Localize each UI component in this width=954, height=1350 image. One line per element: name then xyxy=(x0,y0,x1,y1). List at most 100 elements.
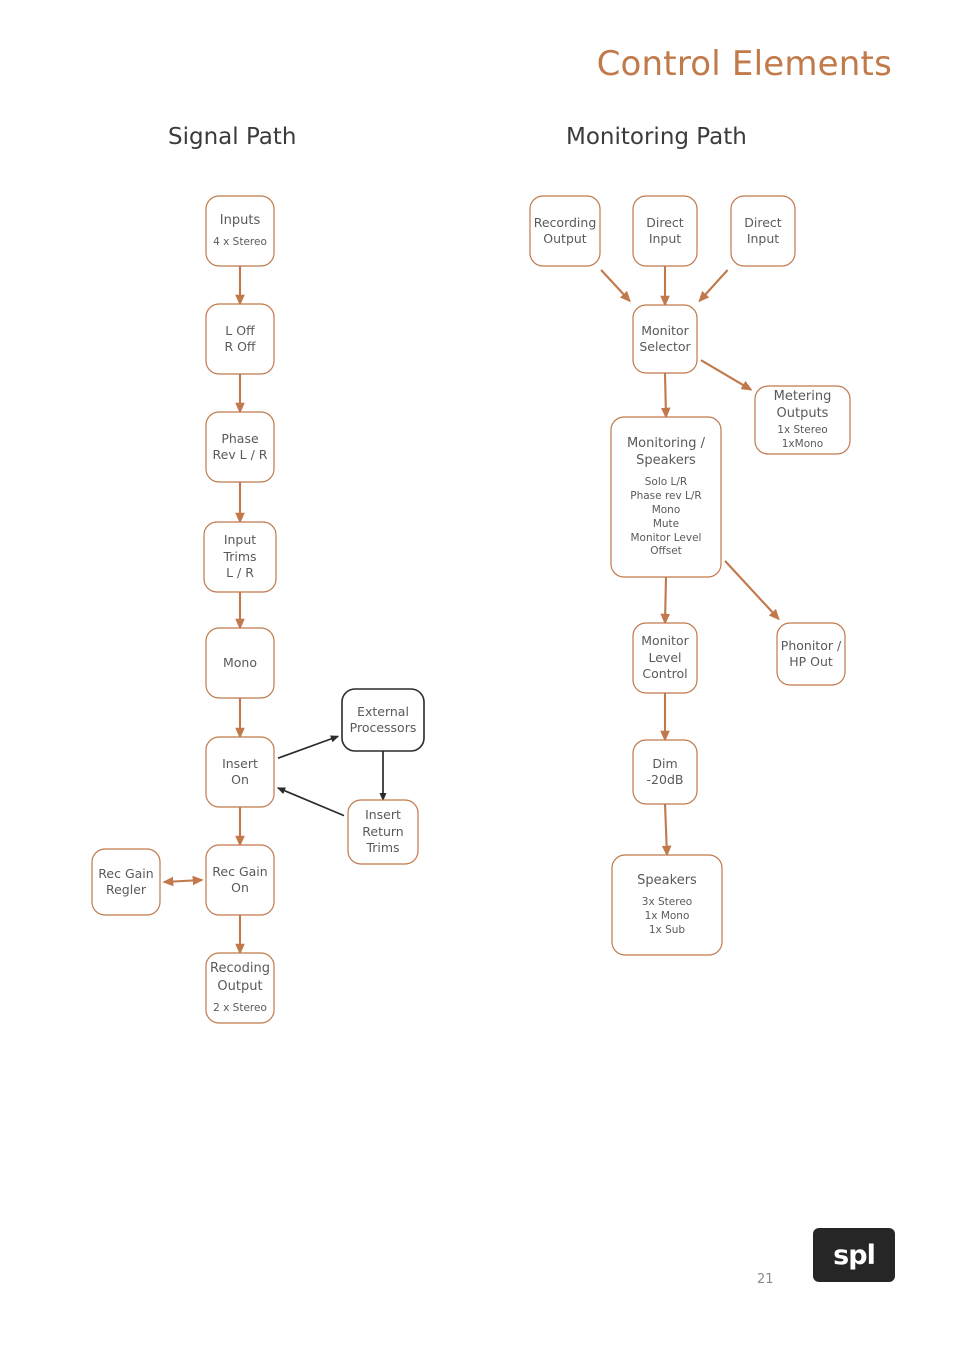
node-main-text: Monitor Level Control xyxy=(641,633,689,682)
flow-connection-dim-to-speakers xyxy=(661,803,672,857)
node-main-text: Monitoring / Speakers xyxy=(626,435,706,468)
flow-node-recording-output: Recording Output xyxy=(529,195,601,267)
node-main-text: Direct Input xyxy=(646,214,684,247)
flow-node-mono: Mono xyxy=(205,627,275,699)
spl-logo: spl xyxy=(813,1228,895,1282)
flow-node-inputs: Inputs 4 x Stereo xyxy=(205,195,275,267)
node-label-insert-return-trims: Insert Return Trims xyxy=(348,800,418,864)
flow-node-recoding-output: Recoding Output 2 x Stereo xyxy=(205,952,275,1024)
flow-node-rec-gain-on: Rec Gain On xyxy=(205,844,275,916)
node-main-text: Input Trims L / R xyxy=(223,532,257,581)
node-label-wrap: Inputs 4 x Stereo xyxy=(206,196,274,266)
node-label-wrap: Speakers 3x Stereo 1x Mono 1x Sub xyxy=(612,855,722,955)
flow-connection-monitoring-speakers-to-phonitor-hp-out xyxy=(724,560,780,621)
node-label-wrap: Direct Input xyxy=(633,196,697,266)
node-label-recoding-output: Recoding Output 2 x Stereo xyxy=(206,953,274,1023)
flow-connection-recording-output-to-monitor-selector xyxy=(600,269,631,303)
page-canvas: Control Elements Signal Path Monitoring … xyxy=(0,0,954,1350)
flow-node-phase-rev: Phase Rev L / R xyxy=(205,411,275,483)
node-label-direct-input-1: Direct Input xyxy=(633,196,697,266)
node-main-text: Dim -20dB xyxy=(646,755,684,788)
flow-connection-rec-gain-regler-to-rec-gain-on xyxy=(162,875,204,887)
node-label-wrap: Metering Outputs1x Stereo 1xMono xyxy=(755,386,850,454)
flow-node-external-processors: External Processors xyxy=(341,688,425,752)
node-label-wrap: Monitor Selector xyxy=(633,305,697,373)
node-label-wrap: Monitoring / Speakers Solo L/R Phase rev … xyxy=(611,417,721,577)
flow-connection-monitor-selector-to-metering-outputs xyxy=(700,359,753,391)
node-label-mono: Mono xyxy=(206,628,274,698)
flow-node-monitor-level-control: Monitor Level Control xyxy=(632,622,698,694)
node-label-wrap: Recording Output xyxy=(530,196,600,266)
node-label-direct-input-2: Direct Input xyxy=(731,196,795,266)
node-main-text: Insert On xyxy=(222,755,258,788)
node-label-wrap: Insert On xyxy=(206,737,274,807)
node-label-wrap: Mono xyxy=(206,628,274,698)
flow-connection-insert-return-trims-to-insert-on xyxy=(276,787,345,817)
node-label-rec-gain-on: Rec Gain On xyxy=(206,845,274,915)
node-label-wrap: Monitor Level Control xyxy=(633,623,697,693)
flow-connection-direct-input-2-to-monitor-selector xyxy=(698,269,729,303)
flow-node-monitor-selector: Monitor Selector xyxy=(632,304,698,374)
node-label-wrap: Phase Rev L / R xyxy=(206,412,274,482)
flow-node-rec-gain-regler: Rec Gain Regler xyxy=(91,848,161,916)
node-main-text: Insert Return Trims xyxy=(362,807,404,856)
node-label-wrap: Rec Gain On xyxy=(206,845,274,915)
node-main-text: External Processors xyxy=(349,703,417,736)
node-label-wrap: External Processors xyxy=(342,689,424,751)
node-main-text: Phase Rev L / R xyxy=(212,430,268,463)
node-label-metering-outputs: Metering Outputs 1x Stereo 1xMono xyxy=(755,386,850,454)
node-label-l-off-r-off: L Off R Off xyxy=(206,304,274,374)
node-label-input-trims: Input Trims L / R xyxy=(204,522,276,592)
node-label-recording-output: Recording Output xyxy=(530,196,600,266)
node-main-text: Speakers xyxy=(637,873,697,889)
logo-background: spl xyxy=(813,1228,895,1282)
flow-node-insert-on: Insert On xyxy=(205,736,275,808)
flow-node-monitoring-speakers: Monitoring / Speakers Solo L/R Phase rev … xyxy=(610,416,722,578)
node-main-text: Recoding Output xyxy=(210,961,270,994)
node-label-wrap: Input Trims L / R xyxy=(204,522,276,592)
node-label-phonitor-hp-out: Phonitor / HP Out xyxy=(777,623,845,685)
flow-node-speakers: Speakers 3x Stereo 1x Mono 1x Sub xyxy=(611,854,723,956)
node-label-wrap: Insert Return Trims xyxy=(348,800,418,864)
node-main-text: Direct Input xyxy=(744,214,782,247)
node-main-text: Monitor Selector xyxy=(639,322,691,355)
flow-node-input-trims: Input Trims L / R xyxy=(203,521,277,593)
node-sub-text: 3x Stereo 1x Mono 1x Sub xyxy=(641,896,693,936)
flow-node-insert-return-trims: Insert Return Trims xyxy=(347,799,419,865)
node-main-text: Recording Output xyxy=(533,214,597,247)
node-label-external-processors: External Processors xyxy=(342,689,424,751)
flow-node-direct-input-2: Direct Input xyxy=(730,195,796,267)
flow-node-dim: Dim -20dB xyxy=(632,739,698,805)
node-label-inputs: Inputs 4 x Stereo xyxy=(206,196,274,266)
flow-node-metering-outputs: Metering Outputs1x Stereo 1xMono xyxy=(754,385,851,455)
node-main-text: Mono xyxy=(222,654,257,670)
node-label-wrap: Rec Gain Regler xyxy=(92,849,160,915)
flow-connection-insert-on-to-external-processors xyxy=(277,735,340,759)
flow-connection-monitoring-speakers-to-monitor-level-control xyxy=(660,576,671,625)
nodes-layer: Inputs 4 x Stereo L Off R Off Phase Rev L /… xyxy=(91,195,851,1024)
flow-node-phonitor-hp-out: Phonitor / HP Out xyxy=(776,622,846,686)
node-sub-text: 2 x Stereo xyxy=(213,1001,267,1014)
flow-connection-monitor-selector-to-monitoring-speakers xyxy=(660,372,671,419)
logo-wordmark: spl xyxy=(833,1239,876,1271)
node-main-text: Rec Gain On xyxy=(212,863,268,896)
node-label-wrap: Recoding Output 2 x Stereo xyxy=(206,953,274,1023)
node-label-monitor-level-control: Monitor Level Control xyxy=(633,623,697,693)
flowchart-diagram: Inputs 4 x Stereo L Off R Off Phase Rev L /… xyxy=(91,195,851,1024)
node-label-wrap: Direct Input xyxy=(731,196,795,266)
node-sub-text: 1x Stereo 1xMono xyxy=(777,424,828,451)
node-label-monitoring-speakers: Monitoring / Speakers Solo L/R Phase rev … xyxy=(611,417,721,577)
node-main-text: Inputs xyxy=(219,212,261,228)
node-label-insert-on: Insert On xyxy=(206,737,274,807)
flow-node-direct-input-1: Direct Input xyxy=(632,195,698,267)
node-label-speakers: Speakers 3x Stereo 1x Mono 1x Sub xyxy=(612,855,722,955)
node-main-text: Phonitor / HP Out xyxy=(780,637,842,670)
flow-node-l-off-r-off: L Off R Off xyxy=(205,303,275,375)
node-sub-text: 4 x Stereo xyxy=(213,236,267,249)
node-label-phase-rev: Phase Rev L / R xyxy=(206,412,274,482)
node-label-wrap: Dim -20dB xyxy=(633,740,697,804)
node-label-monitor-selector: Monitor Selector xyxy=(633,305,697,373)
node-label-rec-gain-regler: Rec Gain Regler xyxy=(92,849,160,915)
node-label-dim: Dim -20dB xyxy=(633,740,697,804)
node-main-text: L Off R Off xyxy=(224,322,256,355)
